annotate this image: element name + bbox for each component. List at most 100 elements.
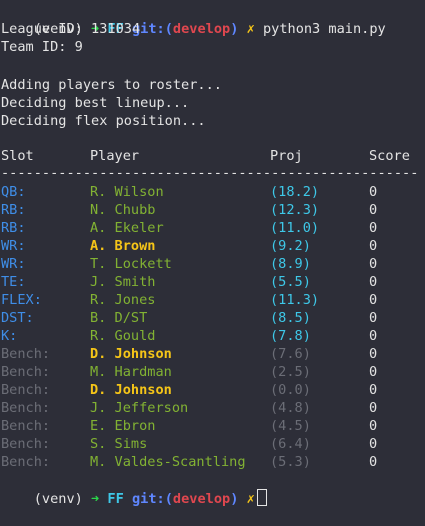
slot-label: Bench:	[1, 382, 51, 398]
command-prompt-line: (venv) ➜ FF git:(develop) ✗ python3 main…	[1, 2, 386, 37]
score-value: 0	[369, 454, 378, 470]
table-row: WR: A. Brown (9.2) 0	[1, 237, 425, 255]
score-value: 0	[369, 184, 378, 200]
projected-points: (12.3)	[270, 202, 320, 218]
player-name: B. D/ST	[90, 310, 148, 326]
slot-label: Bench:	[1, 346, 51, 362]
table-row: Bench: J. Jefferson (4.8) 0	[1, 399, 425, 417]
git-branch: develop	[172, 491, 231, 507]
text-cursor[interactable]	[256, 489, 267, 506]
slot-label: Bench:	[1, 454, 51, 470]
player-name: E. Ebron	[90, 418, 156, 434]
score-value: 0	[369, 436, 378, 452]
player-name: A. Ekeler	[90, 220, 164, 236]
git-branch: develop	[172, 21, 231, 37]
league-id-line: League ID: 131034	[1, 21, 141, 37]
table-row: TE: J. Smith (5.5) 0	[1, 273, 425, 291]
projected-points: (2.5)	[270, 364, 311, 380]
slot-label: Bench:	[1, 418, 51, 434]
score-value: 0	[369, 274, 378, 290]
slot-label: WR:	[1, 238, 26, 254]
projected-points: (18.2)	[270, 184, 320, 200]
table-row: Bench: S. Sims (6.4) 0	[1, 435, 425, 453]
table-row: RB: N. Chubb (12.3) 0	[1, 201, 425, 219]
projected-points: (6.4)	[270, 436, 311, 452]
table-row: Bench: M. Hardman (2.5) 0	[1, 363, 425, 381]
player-name: M. Valdes-Scantling	[90, 454, 246, 470]
score-value: 0	[369, 400, 378, 416]
git-dirty-icon: ✗	[246, 491, 255, 507]
table-row: QB: R. Wilson (18.2) 0	[1, 183, 425, 201]
projected-points: (7.6)	[270, 346, 311, 362]
projected-points: (4.5)	[270, 418, 311, 434]
slot-label: RB:	[1, 202, 26, 218]
player-name: D. Johnson	[90, 346, 172, 362]
projected-points: (11.3)	[270, 292, 320, 308]
current-directory: FF	[107, 491, 124, 507]
prompt-arrow-icon: ➜	[91, 491, 100, 507]
status-message: Adding players to roster...	[1, 77, 222, 93]
slot-label: Bench:	[1, 364, 51, 380]
projected-points: (5.5)	[270, 274, 311, 290]
slot-label: RB:	[1, 220, 26, 236]
player-name: S. Sims	[90, 436, 148, 452]
score-value: 0	[369, 328, 378, 344]
table-row: Bench: E. Ebron (4.5) 0	[1, 417, 425, 435]
player-name: R. Wilson	[90, 184, 164, 200]
team-id-line: Team ID: 9	[1, 39, 83, 55]
table-header-row: Slot Player Proj Score	[1, 147, 425, 165]
score-value: 0	[369, 238, 378, 254]
score-value: 0	[369, 364, 378, 380]
header-proj: Proj	[270, 148, 303, 164]
player-name: R. Jones	[90, 292, 156, 308]
table-row: FLEX: R. Jones (11.3) 0	[1, 291, 425, 309]
git-prefix: git:(	[131, 491, 173, 507]
git-suffix: )	[230, 21, 239, 37]
header-player: Player	[90, 148, 140, 164]
table-row: RB: A. Ekeler (11.0) 0	[1, 219, 425, 237]
command-prompt-line[interactable]: (venv) ➜ FF git:(develop) ✗	[1, 471, 267, 507]
table-row: WR: T. Lockett (8.9) 0	[1, 255, 425, 273]
score-value: 0	[369, 346, 378, 362]
venv-label: (venv)	[33, 491, 83, 507]
slot-label: Bench:	[1, 436, 51, 452]
slot-label: TE:	[1, 274, 26, 290]
table-row: DST: B. D/ST (8.5) 0	[1, 309, 425, 327]
header-slot: Slot	[1, 148, 34, 164]
score-value: 0	[369, 418, 378, 434]
table-row: Bench: D. Johnson (7.6) 0	[1, 345, 425, 363]
command-text: python3 main.py	[262, 21, 386, 37]
score-value: 0	[369, 292, 378, 308]
player-name: N. Chubb	[90, 202, 156, 218]
projected-points: (7.8)	[270, 328, 311, 344]
table-row: Bench: M. Valdes-Scantling (5.3) 0	[1, 453, 425, 471]
slot-label: QB:	[1, 184, 26, 200]
slot-label: Bench:	[1, 400, 51, 416]
score-value: 0	[369, 382, 378, 398]
projected-points: (8.5)	[270, 310, 311, 326]
status-message: Deciding flex position...	[1, 113, 206, 129]
git-dirty-icon: ✗	[246, 21, 255, 37]
score-value: 0	[369, 256, 378, 272]
projected-points: (11.0)	[270, 220, 320, 236]
slot-label: K:	[1, 328, 18, 344]
slot-label: WR:	[1, 256, 26, 272]
player-name: J. Smith	[90, 274, 156, 290]
terminal-window[interactable]: (venv) ➜ FF git:(develop) ✗ python3 main…	[0, 0, 425, 507]
projected-points: (0.0)	[270, 382, 311, 398]
slot-label: FLEX:	[1, 292, 42, 308]
table-row: K: R. Gould (7.8) 0	[1, 327, 425, 345]
player-name: D. Johnson	[90, 382, 172, 398]
score-value: 0	[369, 202, 378, 218]
player-name: M. Hardman	[90, 364, 172, 380]
player-name: A. Brown	[90, 238, 156, 254]
header-score: Score	[369, 148, 410, 164]
player-name: J. Jefferson	[90, 400, 189, 416]
table-separator: ----------------------------------------…	[1, 165, 419, 181]
player-name: R. Gould	[90, 328, 156, 344]
player-name: T. Lockett	[90, 256, 172, 272]
projected-points: (9.2)	[270, 238, 311, 254]
projected-points: (4.8)	[270, 400, 311, 416]
git-suffix: )	[230, 491, 239, 507]
score-value: 0	[369, 310, 378, 326]
